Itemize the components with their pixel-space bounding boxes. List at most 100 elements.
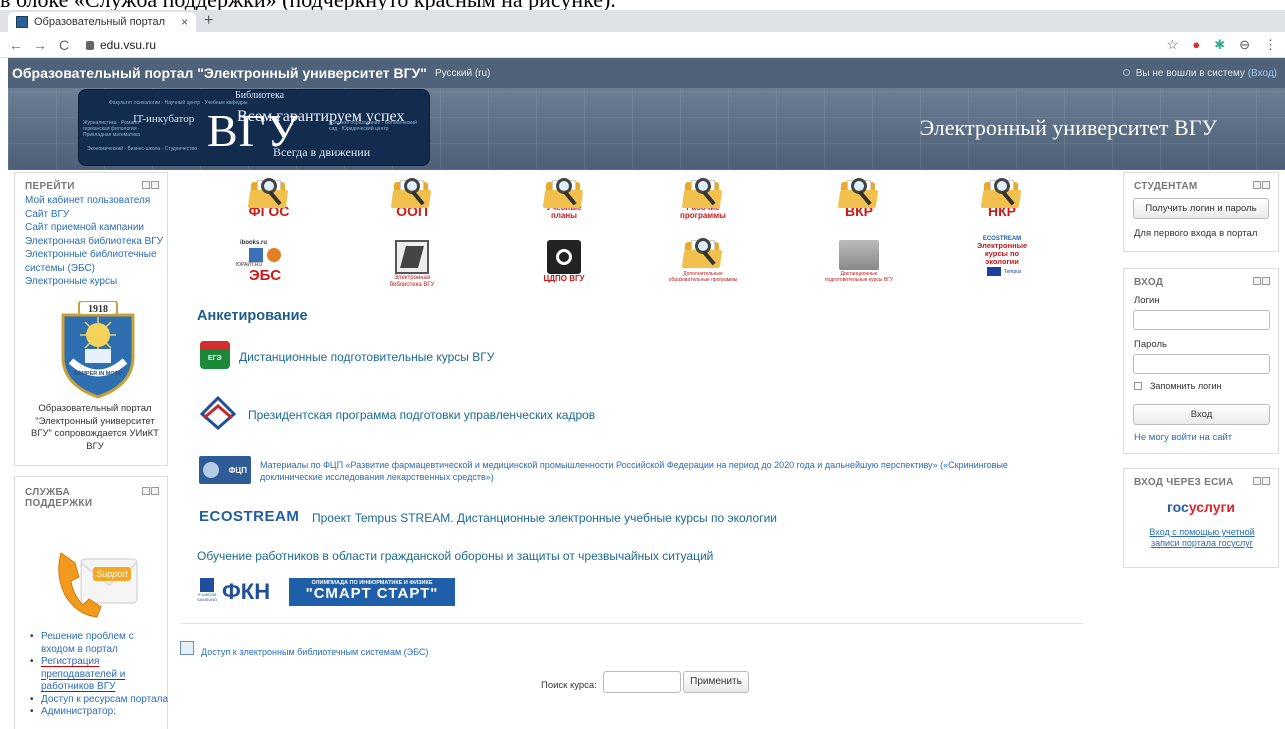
- page-caption: в блоке «Служба поддержки» (подчеркнуто …: [0, 0, 1285, 10]
- fgos-icon[interactable]: ФГОС: [234, 178, 304, 238]
- ebs-icon[interactable]: ibooks.ru ЮРАЙТ.RU ЭБС: [230, 240, 300, 298]
- course-search-input[interactable]: [603, 671, 681, 693]
- nav-link-elibrary[interactable]: Электронная библиотека ВГУ: [15, 235, 167, 249]
- esia-login-link[interactable]: Вход с помощью учетной записи портала го…: [1138, 527, 1266, 549]
- language-menu[interactable]: Русский (ru): [435, 68, 490, 79]
- fkn-logo[interactable]: ФКН: [222, 579, 270, 605]
- link-tempus-stream[interactable]: Проект Tempus STREAM. Дистанционные элек…: [312, 511, 777, 525]
- block-controls-icon[interactable]: [142, 181, 159, 189]
- login-link[interactable]: (Вход): [1248, 68, 1277, 79]
- site-brand[interactable]: Образовательный портал "Электронный унив…: [12, 65, 427, 81]
- extension-icon[interactable]: ●: [1192, 37, 1200, 53]
- link-fcp-materials[interactable]: Материалы по ФЦП «Развитие фармацевтичес…: [260, 459, 1070, 483]
- survey-heading[interactable]: Анкетирование: [197, 308, 308, 324]
- wordcloud-logo[interactable]: Факультет психологии · Научный центр · У…: [78, 89, 430, 166]
- reload-icon[interactable]: C: [56, 37, 72, 53]
- forward-icon[interactable]: →: [32, 37, 48, 53]
- esia-block: ВХОД ЧЕРЕЗ ЕСИА госуслуги Вход с помощью…: [1123, 468, 1279, 568]
- back-icon[interactable]: ←: [8, 37, 24, 53]
- bookmark-star-icon[interactable]: ☆: [1167, 37, 1179, 53]
- favicon-icon: [16, 16, 28, 28]
- it-school-logo[interactable]: IT ШКОЛА SAMSUNG: [197, 578, 217, 606]
- esia-title: ВХОД ЧЕРЕЗ ЕСИА: [1134, 477, 1234, 488]
- students-block: СТУДЕНТАМ Получить логин и пароль Для пе…: [1123, 172, 1279, 252]
- nav-link-ebs-2[interactable]: системы (ЭБС): [15, 262, 167, 276]
- nav-link-ebs[interactable]: Электронные библиотечные: [15, 248, 167, 262]
- study-plans-icon[interactable]: Учебные планы: [529, 178, 599, 238]
- vkr-icon[interactable]: ВКР: [824, 178, 894, 238]
- ege-icon: ЕГЭ: [200, 341, 230, 369]
- new-tab-button[interactable]: +: [204, 12, 213, 30]
- course-search-label: Поиск курса:: [541, 680, 597, 691]
- work-programs-icon[interactable]: Рабочие программы: [668, 178, 738, 238]
- link-presidential-program[interactable]: Президентская программа подготовки управ…: [248, 408, 595, 422]
- students-title: СТУДЕНТАМ: [1134, 181, 1198, 192]
- smart-start-logo[interactable]: ОЛИМПИАДА ПО ИНФОРМАТИКЕ И ФИЗИКЕ "СМАРТ…: [289, 578, 455, 606]
- gosuslugi-logo[interactable]: госуслуги: [1124, 499, 1278, 515]
- password-label: Пароль: [1134, 339, 1167, 350]
- support-phone-icon: Support: [58, 552, 138, 618]
- nav-link-admission[interactable]: Сайт приемной кампании: [15, 221, 167, 235]
- login-block: ВХОД Логин Пароль Запомнить логин Вход Н…: [1123, 268, 1279, 454]
- ecostream-logo: ECOSTREAM: [199, 508, 300, 525]
- banner-title: Электронный университет ВГУ: [919, 115, 1217, 140]
- link-distance-prep[interactable]: Дистанционные подготовительные курсы ВГУ: [239, 350, 494, 364]
- remember-checkbox[interactable]: [1134, 382, 1142, 390]
- support-item-login[interactable]: Решение проблем с входом в портал: [29, 631, 169, 656]
- browser-menu-icon[interactable]: ⋮: [1264, 37, 1277, 53]
- login-info: Вы не вошли в систему (Вход): [1122, 68, 1277, 79]
- eco-courses-icon[interactable]: ECOSTREAM Электронные курсы по экологии …: [967, 236, 1037, 294]
- remember-label: Запомнить логин: [1150, 381, 1222, 391]
- block-controls-icon[interactable]: [142, 487, 159, 495]
- emblem-caption: Образовательный портал "Электронный унив…: [31, 403, 159, 452]
- elibrary-icon[interactable]: Электронная библиотека ВГУ: [377, 240, 447, 298]
- navigation-block: ПЕРЕЙТИ Мой кабинет пользователя Сайт ВГ…: [14, 172, 168, 466]
- support-block: СЛУЖБА ПОДДЕРЖКИ Support Решение проблем…: [14, 476, 168, 729]
- wordcloud-library: Библиотека: [235, 90, 285, 101]
- block-controls-icon[interactable]: [1253, 277, 1270, 285]
- support-item-registration[interactable]: Регистрация преподавателей и работников …: [29, 656, 169, 694]
- tab-close-icon[interactable]: ×: [181, 15, 188, 29]
- wordcloud-it: IT-инкубатор: [133, 113, 195, 125]
- tab-title: Образовательный портал: [34, 16, 166, 28]
- svg-text:1918: 1918: [88, 304, 108, 315]
- nav-link-cabinet[interactable]: Мой кабинет пользователя: [15, 194, 167, 208]
- link-ebs-access[interactable]: Доступ к электронным библиотечным систем…: [201, 646, 428, 658]
- fcp-badge-icon: ФЦП: [199, 456, 251, 484]
- browser-tabbar: Образовательный портал × +: [0, 10, 1285, 32]
- login-input[interactable]: [1133, 310, 1270, 330]
- login-title: ВХОД: [1134, 277, 1164, 288]
- get-login-button[interactable]: Получить логин и пароль: [1133, 198, 1269, 219]
- browser-tab[interactable]: Образовательный портал ×: [8, 12, 196, 32]
- support-item-admin[interactable]: Администратор:: [29, 706, 169, 719]
- oop-icon[interactable]: ООП: [377, 178, 447, 238]
- svg-text:SEMPER IN MOTU: SEMPER IN MOTU: [74, 371, 122, 377]
- cdpo-icon[interactable]: ЦДПО ВГУ: [529, 240, 599, 298]
- login-label: Логин: [1134, 295, 1160, 306]
- nav-link-courses[interactable]: Электронные курсы: [15, 275, 167, 289]
- block-controls-icon[interactable]: [1253, 477, 1270, 485]
- wordcloud-motion: Всегда в движении: [273, 145, 371, 159]
- dop-programs-icon[interactable]: Дополнительные образовательные программы: [668, 238, 738, 298]
- search-icon[interactable]: [1122, 68, 1130, 76]
- account-icon[interactable]: ⊖: [1239, 37, 1250, 53]
- distance-courses-icon[interactable]: Дистанционные подготовительные курсы ВГУ: [824, 240, 894, 298]
- svg-text:Support: Support: [96, 569, 128, 579]
- university-emblem: 1918 SEMPER IN MOTU: [61, 301, 135, 399]
- extension-2-icon[interactable]: ✱: [1214, 37, 1225, 53]
- link-civil-defense[interactable]: Обучение работников в области гражданско…: [197, 549, 713, 563]
- lock-icon: [86, 41, 94, 50]
- login-button[interactable]: Вход: [1133, 404, 1270, 425]
- site-navbar: Образовательный портал "Электронный унив…: [8, 58, 1285, 88]
- document-icon: [180, 641, 194, 655]
- password-input[interactable]: [1133, 354, 1270, 374]
- cant-login-link[interactable]: Не могу войти на сайт: [1134, 432, 1232, 444]
- block-controls-icon[interactable]: [1253, 181, 1270, 189]
- content-divider: [180, 623, 1083, 624]
- nkr-icon[interactable]: НКР: [967, 178, 1037, 238]
- url-text: edu.vsu.ru: [100, 37, 157, 52]
- nav-link-site[interactable]: Сайт ВГУ: [15, 208, 167, 222]
- search-apply-button[interactable]: Применить: [683, 671, 749, 693]
- support-item-resources[interactable]: Доступ к ресурсам портала: [29, 694, 169, 707]
- address-field[interactable]: edu.vsu.ru: [86, 38, 156, 52]
